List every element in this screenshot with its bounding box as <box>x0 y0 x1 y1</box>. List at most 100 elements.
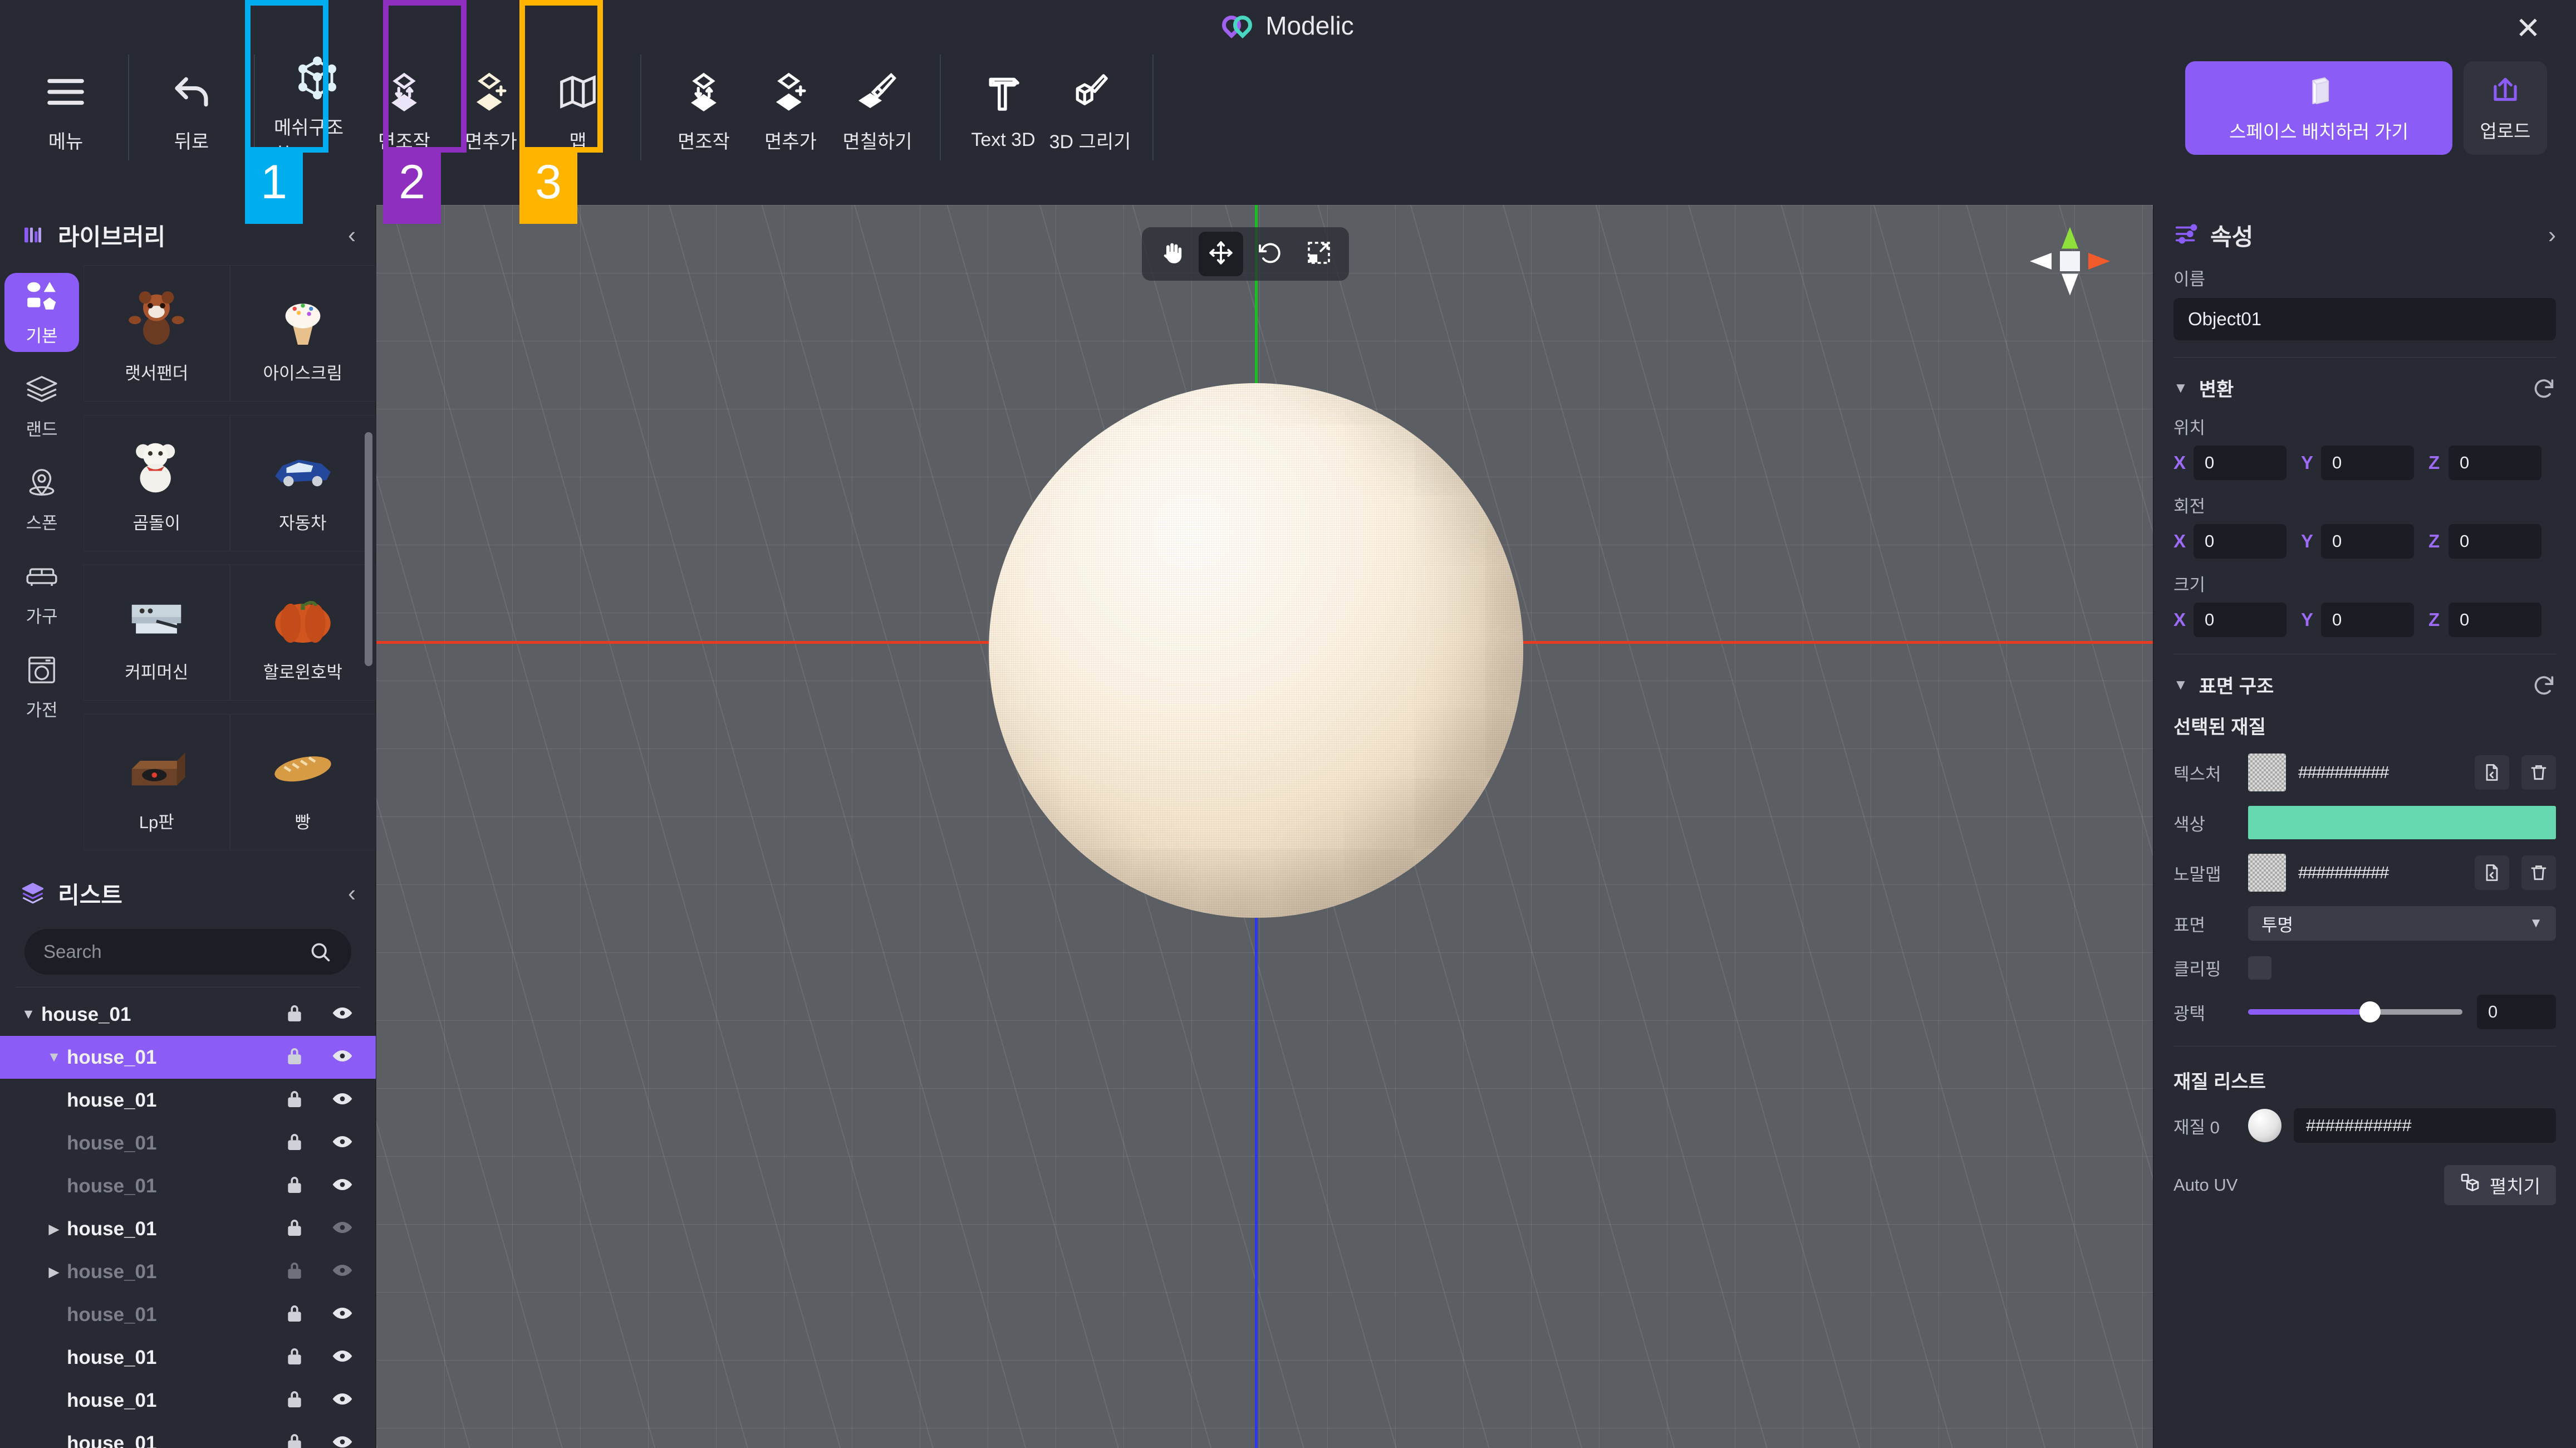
menu-button[interactable]: 메뉴 <box>22 51 109 168</box>
table-row[interactable]: ▼ house_01 <box>0 993 376 1036</box>
lock-icon[interactable] <box>283 1045 306 1070</box>
library-category-basic[interactable]: 기본 <box>4 273 79 352</box>
chevron-right-icon[interactable]: ▶ <box>41 1221 67 1237</box>
name-input[interactable]: Object01 <box>2173 298 2556 340</box>
library-category-furniture[interactable]: 가구 <box>4 554 79 633</box>
eye-icon[interactable] <box>331 1431 354 1448</box>
library-collapse-icon[interactable]: ‹ <box>348 222 356 248</box>
lock-icon[interactable] <box>283 1388 306 1413</box>
library-category-spawn[interactable]: 스폰 <box>4 460 79 539</box>
table-row[interactable]: house_01 <box>0 1293 376 1336</box>
rotation-y[interactable]: Y 0 <box>2301 524 2428 559</box>
surface-section-header[interactable]: ▼ 표면 구조 <box>2153 671 2576 698</box>
move-tool[interactable] <box>1199 232 1243 276</box>
library-category-land[interactable]: 랜드 <box>4 366 79 446</box>
eye-icon[interactable] <box>331 1173 354 1198</box>
library-category-appliance[interactable]: 가전 <box>4 647 79 726</box>
lock-icon[interactable] <box>283 1088 306 1113</box>
gloss-slider[interactable] <box>2248 1001 2462 1023</box>
lock-icon[interactable] <box>283 1259 306 1284</box>
table-row[interactable]: house_01 <box>0 1079 376 1122</box>
table-row[interactable]: house_01 <box>0 1422 376 1448</box>
text-3d-button[interactable]: Text 3D <box>960 51 1047 168</box>
normal-map-delete-button[interactable] <box>2521 855 2556 890</box>
library-grid-scrollbar[interactable] <box>365 432 372 666</box>
position-x-input[interactable]: 0 <box>2194 446 2286 480</box>
face-manipulate-button[interactable]: 면조작 <box>660 51 747 168</box>
eye-icon[interactable] <box>331 1002 354 1027</box>
rotate-tool[interactable] <box>1248 232 1292 276</box>
lock-icon[interactable] <box>283 1302 306 1327</box>
scale-y[interactable]: Y 0 <box>2301 603 2428 637</box>
clipping-checkbox[interactable] <box>2248 956 2271 980</box>
table-row[interactable]: ▶ house_01 <box>0 1207 376 1250</box>
eye-icon[interactable] <box>331 1045 354 1070</box>
library-item[interactable]: 아이스크림 <box>229 265 376 402</box>
eye-icon[interactable] <box>331 1388 354 1413</box>
table-row[interactable]: house_01 <box>0 1122 376 1165</box>
material-name-input[interactable]: ########### <box>2294 1108 2556 1143</box>
scale-z-input[interactable]: 0 <box>2449 603 2541 637</box>
eye-icon[interactable] <box>331 1345 354 1370</box>
rotation-z[interactable]: Z 0 <box>2428 524 2556 559</box>
search-box[interactable] <box>24 929 351 975</box>
position-z[interactable]: Z 0 <box>2428 446 2556 480</box>
search-icon[interactable] <box>308 940 332 964</box>
color-swatch[interactable] <box>2248 806 2556 839</box>
go-to-space-placement-button[interactable]: 스페이스 배치하러 가기 <box>2185 61 2452 155</box>
position-y-input[interactable]: 0 <box>2321 446 2414 480</box>
table-row[interactable]: house_01 <box>0 1379 376 1422</box>
properties-collapse-icon[interactable]: › <box>2548 222 2556 248</box>
draw-3d-button[interactable]: 3D 그리기 <box>1047 51 1134 168</box>
axis-gizmo[interactable] <box>2028 225 2112 297</box>
face-add-button[interactable]: 면추가 <box>747 51 834 168</box>
face-paint-button[interactable]: 면칠하기 <box>834 51 921 168</box>
rotation-x-input[interactable]: 0 <box>2194 524 2286 559</box>
search-input[interactable] <box>43 941 300 962</box>
position-x[interactable]: X 0 <box>2173 446 2301 480</box>
library-item[interactable]: 할로윈호박 <box>229 564 376 701</box>
eye-icon[interactable] <box>331 1131 354 1156</box>
eye-icon[interactable] <box>331 1088 354 1113</box>
normal-map-file-button[interactable] <box>2475 855 2509 890</box>
texture-swatch[interactable] <box>2248 754 2286 791</box>
rotation-y-input[interactable]: 0 <box>2321 524 2414 559</box>
sphere-object[interactable] <box>989 383 1523 918</box>
lock-icon[interactable] <box>283 1002 306 1027</box>
eye-icon[interactable] <box>331 1302 354 1327</box>
library-item[interactable]: Lp판 <box>84 713 230 850</box>
texture-file-button[interactable] <box>2475 755 2509 790</box>
undo-button[interactable]: 뒤로 <box>148 51 235 168</box>
table-row[interactable]: ▼ house_01 <box>0 1036 376 1079</box>
library-item[interactable]: 곰돌이 <box>84 414 230 551</box>
chevron-down-icon[interactable]: ▼ <box>41 1049 67 1065</box>
normal-map-swatch[interactable] <box>2248 854 2286 892</box>
library-item[interactable]: 랫서팬더 <box>84 265 230 402</box>
surface-type-select[interactable]: 투명 ▼ <box>2248 906 2556 941</box>
chevron-right-icon[interactable]: ▶ <box>41 1264 67 1280</box>
scale-y-input[interactable]: 0 <box>2321 603 2414 637</box>
library-item[interactable]: 빵 <box>229 713 376 850</box>
eye-icon[interactable] <box>331 1216 354 1241</box>
scale-x-input[interactable]: 0 <box>2194 603 2286 637</box>
lock-icon[interactable] <box>283 1345 306 1370</box>
transform-reset-icon[interactable] <box>2531 376 2556 400</box>
position-z-input[interactable]: 0 <box>2449 446 2541 480</box>
gloss-value-input[interactable]: 0 <box>2477 995 2556 1029</box>
scale-x[interactable]: X 0 <box>2173 603 2301 637</box>
rotation-x[interactable]: X 0 <box>2173 524 2301 559</box>
table-row[interactable]: house_01 <box>0 1165 376 1207</box>
library-item[interactable]: 커피머신 <box>84 564 230 701</box>
lock-icon[interactable] <box>283 1431 306 1448</box>
close-icon[interactable]: ✕ <box>2507 7 2549 49</box>
scale-z[interactable]: Z 0 <box>2428 603 2556 637</box>
transform-section-header[interactable]: ▼ 변환 <box>2153 374 2576 402</box>
list-collapse-icon[interactable]: ‹ <box>348 880 356 907</box>
surface-reset-icon[interactable] <box>2531 673 2556 697</box>
library-item[interactable]: 자동차 <box>229 414 376 551</box>
upload-button[interactable]: 업로드 <box>2464 61 2547 155</box>
texture-delete-button[interactable] <box>2521 755 2556 790</box>
lock-icon[interactable] <box>283 1216 306 1241</box>
hand-pan-tool[interactable] <box>1150 232 1194 276</box>
eye-icon[interactable] <box>331 1259 354 1284</box>
